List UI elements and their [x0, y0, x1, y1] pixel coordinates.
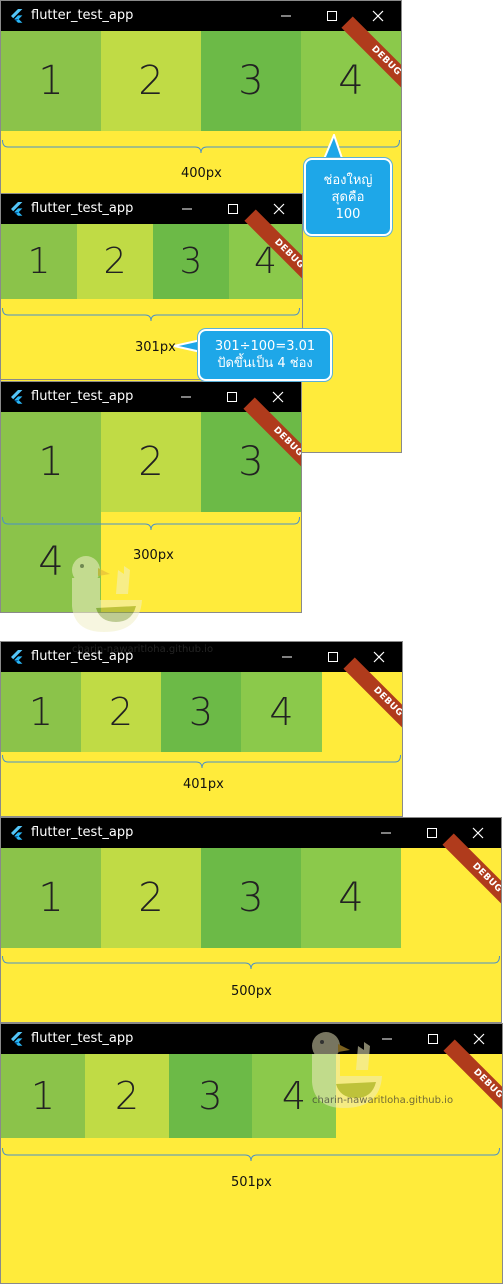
- close-icon: [272, 391, 284, 403]
- window-title: flutter_test_app: [31, 825, 134, 840]
- close-icon: [472, 827, 484, 839]
- watermark-text: charin-nawaritloha.github.io: [312, 1095, 454, 1106]
- window-title: flutter_test_app: [31, 389, 134, 404]
- callout-max-cell: ช่องใหญ่ สุดคือ 100: [304, 158, 392, 236]
- minimize-button[interactable]: [264, 642, 310, 672]
- grid-cell-3: 3: [201, 848, 301, 948]
- window-300: flutter_test_app 1 2 3 4 DEBUG: [0, 381, 302, 613]
- window-title: flutter_test_app: [31, 8, 134, 23]
- maximize-icon: [227, 392, 237, 402]
- width-label-301: 301px: [135, 340, 176, 355]
- flutter-logo-icon: [11, 826, 23, 840]
- grid-cell-3: 3: [161, 672, 241, 752]
- minimize-icon: [181, 396, 191, 398]
- minimize-icon: [182, 208, 192, 210]
- minimize-button[interactable]: [164, 194, 210, 224]
- maximize-icon: [328, 652, 338, 662]
- grid-cell-4: 4: [301, 848, 401, 948]
- minimize-button[interactable]: [163, 382, 209, 412]
- grid-cell-3: 3: [201, 31, 301, 131]
- grid-cell-4: 4: [301, 31, 401, 131]
- minimize-icon: [282, 656, 292, 658]
- grid-cell-3: 3: [201, 412, 301, 512]
- close-icon: [473, 1033, 485, 1045]
- flutter-logo-icon: [11, 650, 23, 664]
- window-title: flutter_test_app: [31, 201, 134, 216]
- grid-cell-2: 2: [101, 848, 201, 948]
- watermark-text: charin-nawaritloha.github.io: [72, 644, 214, 655]
- grid-cell-3: 3: [153, 224, 229, 299]
- maximize-icon: [228, 204, 238, 214]
- flutter-logo-icon: [11, 202, 23, 216]
- grid-cell-2: 2: [101, 31, 201, 131]
- flutter-logo-icon: [11, 9, 23, 23]
- grid-cell-2: 2: [81, 672, 161, 752]
- close-icon: [273, 203, 285, 215]
- width-brace-300: [2, 516, 300, 531]
- close-icon: [373, 651, 385, 663]
- maximize-icon: [427, 828, 437, 838]
- callout-calculation: 301÷100=3.01 ปัดขึ้นเป็น 4 ช่อง: [198, 329, 332, 381]
- close-icon: [372, 10, 384, 22]
- minimize-button[interactable]: [263, 1, 309, 31]
- width-brace-500: [2, 955, 500, 970]
- grid-cell-3: 3: [169, 1054, 252, 1138]
- width-label-400: 400px: [181, 166, 222, 181]
- grid-cell-1: 1: [1, 31, 101, 131]
- grid-cell-2: 2: [85, 1054, 169, 1138]
- duck-logo-icon: [72, 556, 142, 632]
- width-label-401: 401px: [183, 777, 224, 792]
- flutter-logo-icon: [11, 390, 23, 404]
- width-label-500: 500px: [231, 984, 272, 999]
- width-brace-401: [2, 754, 401, 769]
- grid-cell-1: 1: [1, 848, 101, 948]
- grid-cell-4: 4: [241, 672, 322, 752]
- grid-cell-1: 1: [1, 1054, 85, 1138]
- width-label-501: 501px: [231, 1175, 272, 1190]
- grid-cell-1: 1: [1, 224, 77, 299]
- grid-cell-1: 1: [1, 672, 81, 752]
- minimize-button[interactable]: [363, 818, 409, 848]
- maximize-icon: [327, 11, 337, 21]
- maximize-icon: [428, 1034, 438, 1044]
- window-title: flutter_test_app: [31, 1031, 134, 1046]
- title-bar[interactable]: flutter_test_app: [1, 818, 501, 848]
- minimize-icon: [281, 15, 291, 17]
- grid-cell-1: 1: [1, 412, 101, 512]
- grid-cell-2: 2: [77, 224, 153, 299]
- minimize-icon: [381, 832, 391, 834]
- width-brace-301: [2, 307, 300, 322]
- flutter-logo-icon: [11, 1032, 23, 1046]
- grid-cell-2: 2: [101, 412, 201, 512]
- title-bar[interactable]: flutter_test_app: [1, 1024, 502, 1054]
- width-brace-501: [2, 1147, 500, 1162]
